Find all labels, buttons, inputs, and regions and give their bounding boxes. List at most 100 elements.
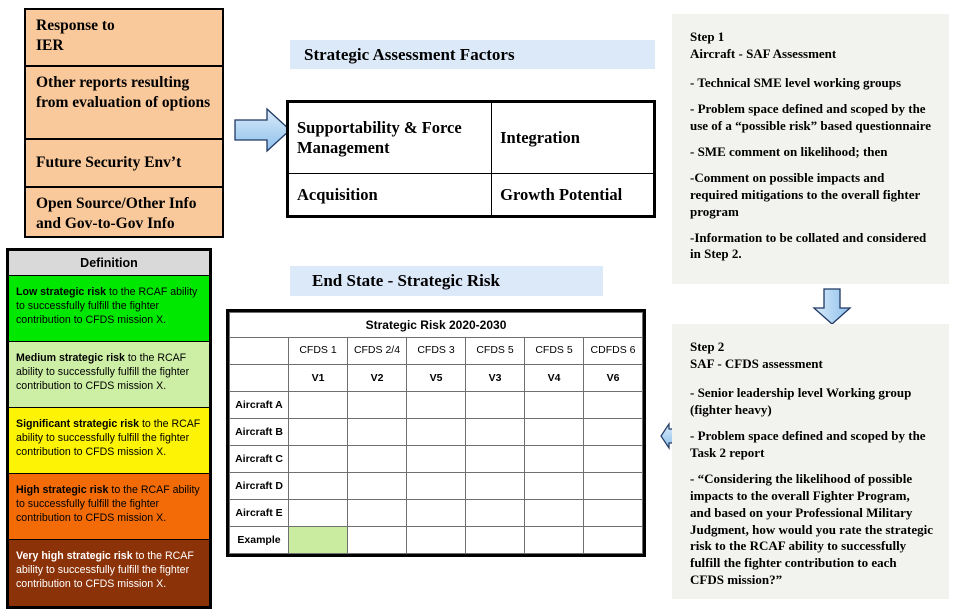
risk-cell[interactable] [524,499,584,527]
risk-cell[interactable] [583,418,643,446]
risk-cell[interactable] [583,499,643,527]
risk-cell[interactable] [583,445,643,473]
risk-cell[interactable] [288,418,348,446]
factor-cell[interactable]: Integration [491,102,654,174]
risk-cell[interactable] [465,472,525,500]
risk-cell[interactable] [524,391,584,419]
legend-rows: Low strategic risk to the RCAF ability t… [9,276,209,606]
source-item-response-to-ier: Response to IER [26,10,222,67]
risk-version-header-row: V1 V2 V5 V3 V4 V6 [229,364,643,392]
step-1-bullet: - Technical SME level working groups [690,75,902,91]
risk-mission-header: CFDS 3 [406,337,466,365]
risk-cell[interactable] [524,445,584,473]
table-row: Aircraft A [229,391,643,419]
step-2-heading: Step 2 SAF - CFDS assessment [690,339,823,372]
source-item-open-source-gov-info: Open Source/Other Info and Gov-to-Gov In… [26,188,222,236]
step-1-panel: Step 1 Aircraft - SAF Assessment - Techni… [672,14,949,284]
risk-cell[interactable] [288,391,348,419]
risk-cell[interactable] [524,526,584,554]
diagram-canvas: Response to IER Other reports resulting f… [0,0,960,612]
risk-cell[interactable] [288,526,348,554]
source-item-label: Open Source/Other Info and Gov-to-Gov In… [36,195,197,232]
risk-cell[interactable] [347,418,407,446]
risk-cell[interactable] [347,445,407,473]
risk-row-label: Aircraft C [229,445,289,473]
risk-cell[interactable] [583,391,643,419]
legend-risk-level: Medium strategic risk [16,352,125,364]
table-row: Example [229,526,643,554]
strategic-assessment-factors-table: Supportability & Force Management Integra… [286,100,656,218]
factors-row: Supportability & Force Management Integra… [287,102,654,174]
risk-cell[interactable] [406,499,466,527]
step-1-bullet: -Information to be collated and consider… [690,229,927,262]
risk-mission-header: CFDS 2/4 [347,337,407,365]
risk-cell[interactable] [583,472,643,500]
table-row: Aircraft B [229,418,643,446]
risk-version-header: V1 [288,364,348,392]
table-row: Aircraft D [229,472,643,500]
risk-version-header: V4 [524,364,584,392]
risk-cell[interactable] [406,391,466,419]
legend-row: Very high strategic risk to the RCAF abi… [9,540,209,606]
step-1-heading: Step 1 Aircraft - SAF Assessment [690,29,837,62]
step-2-bullet: - Problem space defined and scoped by th… [690,428,926,460]
risk-cell[interactable] [465,526,525,554]
risk-version-header: V2 [347,364,407,392]
risk-mission-header: CFDS 1 [288,337,348,365]
legend-row: Medium strategic risk to the RCAF abilit… [9,342,209,408]
risk-definition-legend: Definition Low strategic risk to the RCA… [6,248,212,609]
factor-cell[interactable]: Supportability & Force Management [287,102,493,174]
arrow-down-icon [812,288,852,326]
factor-cell[interactable]: Acquisition [287,172,493,217]
risk-mission-header: CFDS 5 [524,337,584,365]
table-row: Aircraft C [229,445,643,473]
legend-risk-level: High strategic risk [16,484,109,496]
risk-cell[interactable] [288,499,348,527]
risk-table-corner [229,337,289,365]
banner-label: End State - Strategic Risk [312,271,500,290]
legend-row: Significant strategic risk to the RCAF a… [9,408,209,474]
risk-row-label: Aircraft A [229,391,289,419]
step-2-bullet: - Senior leadership level Working group … [690,385,912,418]
step-1-bullet: - Problem space defined and scoped by th… [690,101,932,134]
risk-table-title: Strategic Risk 2020-2030 [229,312,643,338]
factor-cell[interactable]: Growth Potential [491,172,654,217]
step-2-panel: Step 2 SAF - CFDS assessment - Senior lea… [672,324,949,599]
risk-cell[interactable] [465,445,525,473]
source-item-label: Response to IER [36,17,115,54]
risk-cell[interactable] [406,418,466,446]
step-1-bullet: -Comment on possible impacts and require… [690,169,921,219]
risk-cell[interactable] [406,526,466,554]
risk-cell[interactable] [288,445,348,473]
risk-cell[interactable] [524,472,584,500]
risk-version-header: V3 [465,364,525,392]
risk-cell[interactable] [347,472,407,500]
risk-cell[interactable] [347,526,407,554]
risk-mission-header-row: CFDS 1 CFDS 2/4 CFDS 3 CFDS 5 CFDS 5 CDFDS 6 [229,337,643,365]
risk-cell[interactable] [465,418,525,446]
step-1-bullets: - Technical SME level working groups - Pr… [690,75,933,263]
risk-cell[interactable] [347,499,407,527]
source-item-label: Other reports resulting from evaluation … [36,74,211,111]
risk-row-label: Aircraft E [229,499,289,527]
risk-version-header: V5 [406,364,466,392]
risk-cell[interactable] [406,445,466,473]
risk-row-label: Example [229,526,289,554]
strategic-risk-matrix: Strategic Risk 2020-2030 CFDS 1 CFDS 2/4 CF… [226,309,646,557]
risk-cell[interactable] [406,472,466,500]
strategic-assessment-factors-banner: Strategic Assessment Factors [290,40,655,69]
risk-title-row: Strategic Risk 2020-2030 [229,312,643,338]
risk-cell[interactable] [288,472,348,500]
factors-row: Acquisition Growth Potential [287,172,654,217]
risk-cell[interactable] [347,391,407,419]
legend-row: Low strategic risk to the RCAF ability t… [9,276,209,342]
risk-cell[interactable] [524,418,584,446]
risk-cell[interactable] [465,391,525,419]
risk-cell[interactable] [465,499,525,527]
risk-cell[interactable] [583,526,643,554]
end-state-strategic-risk-banner: End State - Strategic Risk [290,266,603,296]
legend-row: High strategic risk to the RCAF ability … [9,474,209,540]
step-1-bullet: - SME comment on likelihood; then [690,143,888,159]
source-item-other-reports: Other reports resulting from evaluation … [26,67,222,140]
table-row: Aircraft E [229,499,643,527]
